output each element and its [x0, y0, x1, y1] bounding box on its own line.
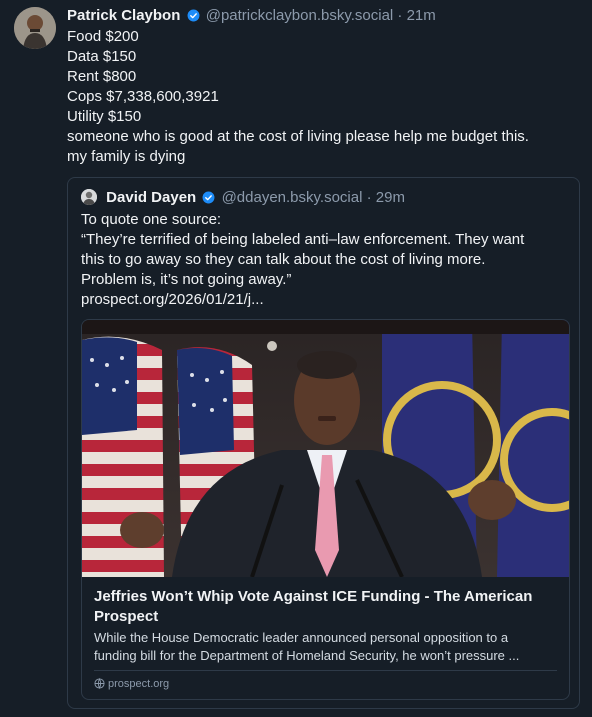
link-preview-domain-text: prospect.org	[108, 678, 170, 690]
quoted-author-handle[interactable]: @ddayen.bsky.social	[222, 189, 363, 206]
link-preview-card[interactable]: Jeffries Won’t Whip Vote Against ICE Fun…	[81, 319, 570, 700]
post-line: Cops $7,338,600,3921	[67, 88, 219, 105]
link-preview-domain: prospect.org	[94, 676, 169, 694]
post-line: Data $150	[67, 48, 137, 65]
quoted-post-line: “They’re terrified of being labeled anti…	[81, 231, 525, 248]
separator-dot: ·	[366, 189, 372, 206]
quoted-post-line: this to go away so they can talk about t…	[81, 251, 486, 268]
link-preview-description: While the House Democratic leader announ…	[94, 629, 556, 665]
post-line: Utility $150	[67, 108, 142, 125]
author-name[interactable]: Patrick Claybon	[67, 7, 180, 24]
post: Patrick Claybon @patrickclaybon.bsky.soc…	[0, 0, 592, 717]
quoted-post-text: To quote one source: “They’re terrified …	[81, 210, 566, 310]
link-preview-description-line: funding bill for the Department of Homel…	[94, 648, 520, 663]
quoted-post-header: David Dayen @ddayen.bsky.social · 29m	[81, 188, 405, 210]
post-line: Food $200	[67, 28, 139, 45]
separator-dot: ·	[397, 7, 403, 24]
quoted-post-line: Problem is, it’s not going away.”	[81, 271, 292, 288]
link-preview-divider	[94, 670, 557, 671]
link-preview-description-line: While the House Democratic leader announ…	[94, 630, 509, 645]
quoted-author-name[interactable]: David Dayen	[106, 189, 196, 206]
author-handle[interactable]: @patrickclaybon.bsky.social	[206, 7, 394, 24]
post-line: Rent $800	[67, 68, 137, 85]
link-preview-title[interactable]: Jeffries Won’t Whip Vote Against ICE Fun…	[94, 587, 554, 627]
post-timestamp[interactable]: 21m	[407, 7, 436, 24]
post-line: someone who is good at the cost of livin…	[67, 128, 529, 145]
post-text: Food $200 Data $150 Rent $800 Cops $7,33…	[67, 27, 582, 167]
quoted-post-line: To quote one source:	[81, 211, 222, 228]
post-line: my family is dying	[67, 148, 186, 165]
globe-icon	[94, 677, 105, 694]
author-avatar[interactable]	[14, 7, 56, 49]
verified-check-icon	[202, 190, 215, 210]
quoted-post[interactable]: David Dayen @ddayen.bsky.social · 29m To…	[67, 177, 580, 709]
link-preview-image[interactable]	[82, 320, 569, 578]
quoted-post-timestamp[interactable]: 29m	[376, 189, 405, 206]
quoted-post-link[interactable]: prospect.org/2026/01/21/j...	[81, 290, 566, 310]
post-header: Patrick Claybon @patrickclaybon.bsky.soc…	[67, 6, 436, 28]
verified-check-icon	[187, 8, 200, 28]
quoted-author-avatar[interactable]	[81, 189, 97, 205]
